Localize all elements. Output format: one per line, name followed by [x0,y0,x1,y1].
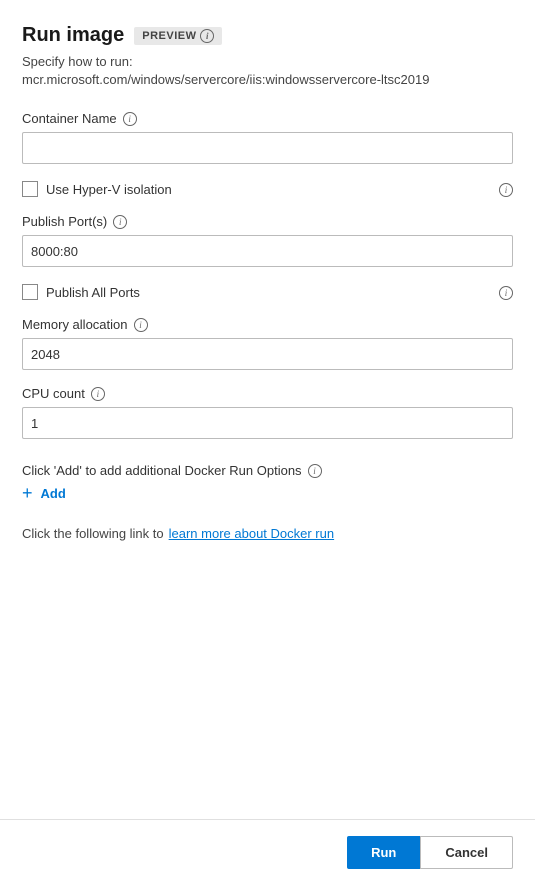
hyper-v-checkbox[interactable] [22,181,38,197]
cpu-count-label-text: CPU count [22,386,85,401]
add-instruction: Click 'Add' to add additional Docker Run… [22,463,513,478]
add-plus-icon: + [22,484,33,502]
add-instruction-text: Click 'Add' to add additional Docker Run… [22,463,302,478]
hyper-v-info-icon[interactable]: i [499,183,513,197]
learn-more-prefix: Click the following link to [22,526,164,541]
preview-info-icon[interactable]: i [200,29,214,43]
subtitle: Specify how to run:mcr.microsoft.com/win… [22,53,513,89]
publish-ports-label: Publish Port(s) i [22,214,513,229]
container-name-info-icon[interactable]: i [123,112,137,126]
page-title: Run image [22,24,124,47]
publish-ports-input[interactable] [22,235,513,267]
hyper-v-label: Use Hyper-V isolation [46,182,172,197]
learn-more-link[interactable]: learn more about Docker run [169,526,334,541]
preview-badge-text: PREVIEW [142,30,196,42]
learn-more-text: Click the following link to learn more a… [22,526,513,541]
cpu-count-input[interactable] [22,407,513,439]
add-label: Add [41,486,66,501]
cpu-count-info-icon[interactable]: i [91,387,105,401]
publish-all-ports-info-icon[interactable]: i [499,286,513,300]
cpu-count-section: CPU count i [22,386,513,439]
memory-allocation-section: Memory allocation i [22,317,513,370]
publish-ports-label-text: Publish Port(s) [22,214,107,229]
container-name-label: Container Name i [22,111,513,126]
memory-allocation-info-icon[interactable]: i [134,318,148,332]
hyper-v-row: Use Hyper-V isolation i [22,180,513,198]
publish-all-ports-row: Publish All Ports i [22,283,513,301]
cpu-count-label: CPU count i [22,386,513,401]
container-name-input[interactable] [22,132,513,164]
add-instruction-info-icon[interactable]: i [308,464,322,478]
add-button[interactable]: + Add [22,484,513,502]
publish-all-ports-checkbox[interactable] [22,284,38,300]
container-name-section: Container Name i [22,111,513,164]
memory-allocation-input[interactable] [22,338,513,370]
memory-allocation-label: Memory allocation i [22,317,513,332]
preview-badge: PREVIEW i [134,27,222,45]
publish-all-ports-label: Publish All Ports [46,285,140,300]
footer: Run Cancel [0,819,535,885]
publish-ports-section: Publish Port(s) i [22,214,513,267]
publish-ports-info-icon[interactable]: i [113,215,127,229]
container-name-label-text: Container Name [22,111,117,126]
run-button[interactable]: Run [347,836,420,869]
cancel-button[interactable]: Cancel [420,836,513,869]
memory-allocation-label-text: Memory allocation [22,317,128,332]
